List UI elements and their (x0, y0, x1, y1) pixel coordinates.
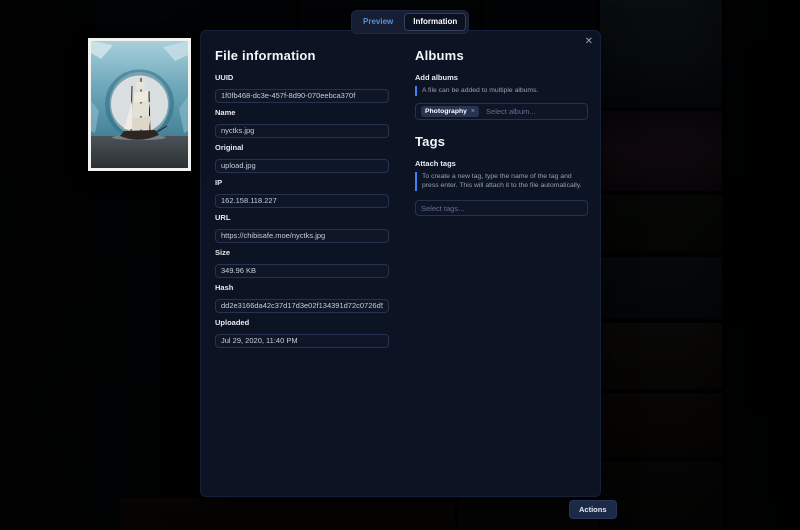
field-uuid: UUID (215, 73, 389, 103)
uploaded-input[interactable] (215, 334, 389, 348)
field-uploaded: Uploaded (215, 318, 389, 348)
uuid-input[interactable] (215, 89, 389, 103)
albums-tags-panel: ✕ Albums Add albums A file can be added … (401, 31, 600, 496)
ip-input[interactable] (215, 194, 389, 208)
remove-album-icon[interactable]: × (471, 108, 475, 115)
album-chip-photography[interactable]: Photography × (421, 106, 479, 117)
original-input[interactable] (215, 159, 389, 173)
field-label: Uploaded (215, 318, 389, 327)
file-info-panel: File information UUID Name Original IP U… (201, 31, 401, 496)
name-input[interactable] (215, 124, 389, 138)
album-select-placeholder: Select album... (486, 107, 536, 116)
albums-note: A file can be added to multiple albums. (415, 86, 587, 96)
file-thumbnail (88, 38, 191, 171)
url-input[interactable] (215, 229, 389, 243)
field-label: Name (215, 108, 389, 117)
field-label: Hash (215, 283, 389, 292)
file-info-title: File information (215, 48, 389, 63)
album-select[interactable]: Photography × Select album... (415, 103, 588, 120)
album-chip-label: Photography (425, 108, 467, 115)
field-label: Original (215, 143, 389, 152)
field-ip: IP (215, 178, 389, 208)
field-label: Size (215, 248, 389, 257)
field-url: URL (215, 213, 389, 243)
ship-iceberg-image (91, 41, 188, 168)
tags-title: Tags (415, 134, 588, 149)
tab-preview[interactable]: Preview (354, 13, 402, 31)
field-label: UUID (215, 73, 389, 82)
close-icon[interactable]: ✕ (585, 37, 593, 47)
field-name: Name (215, 108, 389, 138)
size-input[interactable] (215, 264, 389, 278)
field-size: Size (215, 248, 389, 278)
field-label: IP (215, 178, 389, 187)
view-tabs: Preview Information (351, 10, 469, 34)
field-hash: Hash (215, 283, 389, 313)
tab-information[interactable]: Information (404, 13, 466, 31)
field-label: URL (215, 213, 389, 222)
tags-input[interactable] (415, 200, 588, 216)
file-information-modal: File information UUID Name Original IP U… (200, 30, 601, 497)
attach-tags-label: Attach tags (415, 159, 588, 168)
actions-button[interactable]: Actions (569, 500, 617, 519)
field-original: Original (215, 143, 389, 173)
hash-input[interactable] (215, 299, 389, 313)
add-albums-label: Add albums (415, 73, 588, 82)
tags-note: To create a new tag, type the name of th… (415, 172, 587, 191)
albums-title: Albums (415, 48, 588, 63)
